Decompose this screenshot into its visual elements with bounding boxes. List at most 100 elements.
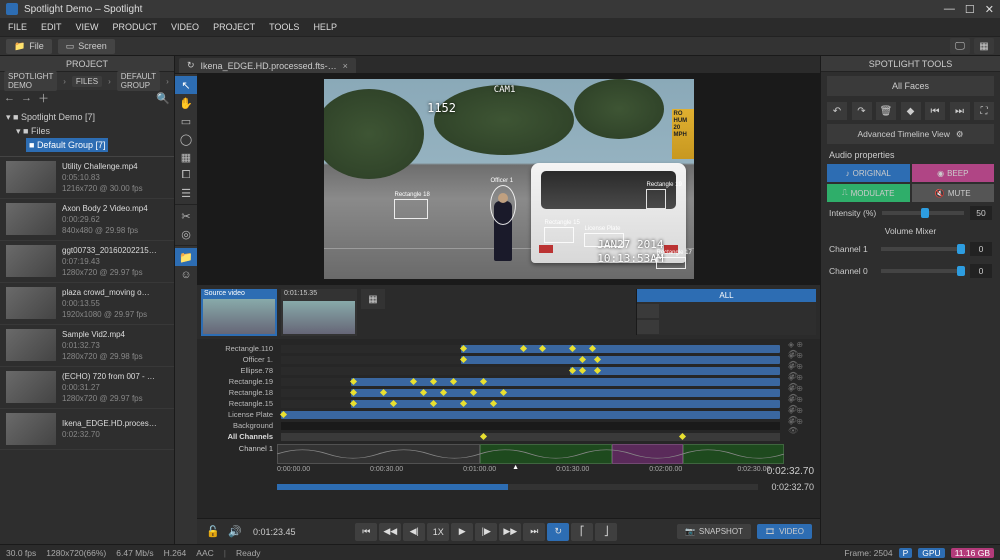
list-item[interactable]: (ECHO) 720 from 007 - …0:00:31.271280x72…: [0, 367, 174, 409]
timeline[interactable]: Rectangle.110◈ ⊕ 👁 Officer 1.◈ ⊕ 👁 Ellip…: [197, 339, 820, 518]
lock-icon[interactable]: 🔓: [205, 524, 221, 540]
rect-tool[interactable]: ▭: [175, 112, 197, 130]
delete-button[interactable]: 🗑: [876, 102, 896, 120]
intensity-label: Intensity (%): [829, 208, 876, 218]
channel1-slider[interactable]: [881, 247, 964, 251]
target-tool[interactable]: ◎: [175, 225, 197, 243]
crumb-group[interactable]: DEFAULT GROUP: [117, 71, 160, 91]
audio-props-label: Audio properties: [821, 146, 1000, 164]
menu-tools[interactable]: TOOLS: [269, 22, 299, 32]
status-codec: H.264: [164, 548, 187, 558]
tree-files[interactable]: ▾ ■ Files: [6, 124, 168, 138]
hand-tool[interactable]: ✋: [175, 94, 197, 112]
layout-button[interactable]: ▦: [974, 38, 994, 54]
keyframe-button[interactable]: ◆: [901, 102, 921, 120]
cursor-tool[interactable]: ↖: [175, 76, 197, 94]
list-item[interactable]: Axon Body 2 Video.mp40:00:29.62840x480 @…: [0, 199, 174, 241]
redo-button[interactable]: ↷: [852, 102, 872, 120]
rewind-button[interactable]: ⏮: [355, 523, 377, 541]
close-icon[interactable]: ×: [343, 61, 348, 71]
all-faces-button[interactable]: All Faces: [827, 76, 994, 96]
end-button[interactable]: ⏭: [523, 523, 545, 541]
menu-project[interactable]: PROJECT: [213, 22, 255, 32]
crumb-files[interactable]: FILES: [72, 76, 102, 87]
list-tool[interactable]: ☰: [175, 184, 197, 202]
list-item[interactable]: Utility Challenge.mp40:05:10.831216x720 …: [0, 157, 174, 199]
list-item[interactable]: plaza crowd_moving o…0:00:13.551920x1080…: [0, 283, 174, 325]
range-start-button[interactable]: ⎡: [571, 523, 593, 541]
video-export-button[interactable]: 🎞VIDEO: [757, 524, 812, 539]
title-bar: Spotlight Demo – Spotlight — ☐ ✕: [0, 0, 1000, 18]
ellipse-tool[interactable]: ◯: [175, 130, 197, 148]
strip-icon-button[interactable]: ▦: [361, 289, 385, 309]
scrub-bar[interactable]: [277, 484, 758, 490]
menu-video[interactable]: VIDEO: [171, 22, 199, 32]
channel0-slider[interactable]: [881, 269, 964, 273]
channel0-label: Channel 0: [829, 266, 875, 276]
chevron-icon: ›: [59, 76, 70, 87]
back-button[interactable]: ←: [4, 92, 15, 104]
skip-fwd-button[interactable]: ⏭: [950, 102, 970, 120]
crop-tool[interactable]: ✂: [175, 207, 197, 225]
intensity-slider[interactable]: [882, 211, 964, 215]
next-frame-button[interactable]: |▶: [475, 523, 497, 541]
expand-button[interactable]: ⛶: [974, 102, 994, 120]
list-item[interactable]: ggt00733_20160202215…0:07:19.431280x720 …: [0, 241, 174, 283]
range-end-button[interactable]: ⎦: [595, 523, 617, 541]
crumb-project[interactable]: SPOTLIGHT DEMO: [4, 71, 57, 91]
chevron-icon: ›: [104, 76, 115, 87]
measure-tool[interactable]: ⧠: [175, 166, 197, 184]
undo-button[interactable]: ↶: [827, 102, 847, 120]
file-button[interactable]: 📁 File: [6, 39, 52, 54]
channel0-value: 0: [970, 264, 992, 278]
center-area: ↻ Ikena_EDGE.HD.processed.fts-… × ↖ ✋ ▭ …: [175, 56, 820, 544]
mute-button[interactable]: 🔇 MUTE: [912, 184, 995, 202]
forward-button[interactable]: →: [21, 92, 32, 104]
menu-view[interactable]: VIEW: [76, 22, 99, 32]
search-icon[interactable]: 🔍: [156, 92, 170, 105]
menu-help[interactable]: HELP: [313, 22, 337, 32]
modulate-button[interactable]: ⎍ MODULATE: [827, 184, 910, 202]
original-button[interactable]: ♪ ORIGINAL: [827, 164, 910, 182]
grid-tool[interactable]: ▦: [175, 148, 197, 166]
menu-product[interactable]: PRODUCT: [113, 22, 158, 32]
speaker-icon[interactable]: 🔊: [227, 524, 243, 540]
step-back-button[interactable]: ◀◀: [379, 523, 401, 541]
prev-frame-button[interactable]: ◀|: [403, 523, 425, 541]
face-tool[interactable]: ☺: [175, 266, 197, 284]
channel1-value: 0: [970, 242, 992, 256]
speed-button[interactable]: 1X: [427, 523, 449, 541]
all-button[interactable]: ALL: [637, 289, 816, 302]
tools-header: SPOTLIGHT TOOLS: [821, 56, 1000, 72]
grid-icon: ▦: [979, 41, 988, 52]
video-preview[interactable]: RO HUM 20 MPH CAM1 1152 JAN27 2014 10:13…: [197, 74, 820, 284]
minimize-button[interactable]: —: [944, 3, 955, 16]
menu-file[interactable]: FILE: [8, 22, 27, 32]
strip-btn-1[interactable]: [637, 304, 659, 318]
monitor-button[interactable]: 🖵: [950, 38, 970, 54]
close-button[interactable]: ✕: [985, 3, 994, 16]
advanced-timeline-button[interactable]: Advanced Timeline View ⚙: [827, 124, 994, 144]
add-button[interactable]: ＋: [38, 90, 49, 106]
tree-group-selected[interactable]: ■ Default Group [7]: [26, 138, 108, 152]
tab-video[interactable]: ↻ Ikena_EDGE.HD.processed.fts-… ×: [179, 58, 356, 73]
step-fwd-button[interactable]: ▶▶: [499, 523, 521, 541]
thumbnail: [6, 161, 56, 193]
breadcrumb: SPOTLIGHT DEMO› FILES› DEFAULT GROUP›: [0, 72, 174, 90]
play-button[interactable]: ▶: [451, 523, 473, 541]
list-item[interactable]: Ikena_EDGE.HD.proces…0:02:32.70: [0, 409, 174, 450]
menu-edit[interactable]: EDIT: [41, 22, 62, 32]
folder-tool[interactable]: 📁: [175, 248, 197, 266]
skip-back-button[interactable]: ⏮: [925, 102, 945, 120]
beep-button[interactable]: ◉ BEEP: [912, 164, 995, 182]
source-thumb[interactable]: Source video: [201, 289, 277, 336]
maximize-button[interactable]: ☐: [965, 3, 975, 16]
current-time: 0:01:23.45: [253, 527, 296, 537]
loop-button[interactable]: ↻: [547, 523, 569, 541]
strip-btn-2[interactable]: [637, 320, 659, 334]
list-item[interactable]: Sample Vid2.mp40:01:32.731280x720 @ 29.9…: [0, 325, 174, 367]
snapshot-button[interactable]: 📷SNAPSHOT: [677, 524, 751, 539]
time-thumb[interactable]: 0:01:15.35: [281, 289, 357, 336]
tree-root[interactable]: ▾ ■ Spotlight Demo [7]: [6, 110, 168, 124]
screen-button[interactable]: ▭ Screen: [58, 39, 115, 54]
